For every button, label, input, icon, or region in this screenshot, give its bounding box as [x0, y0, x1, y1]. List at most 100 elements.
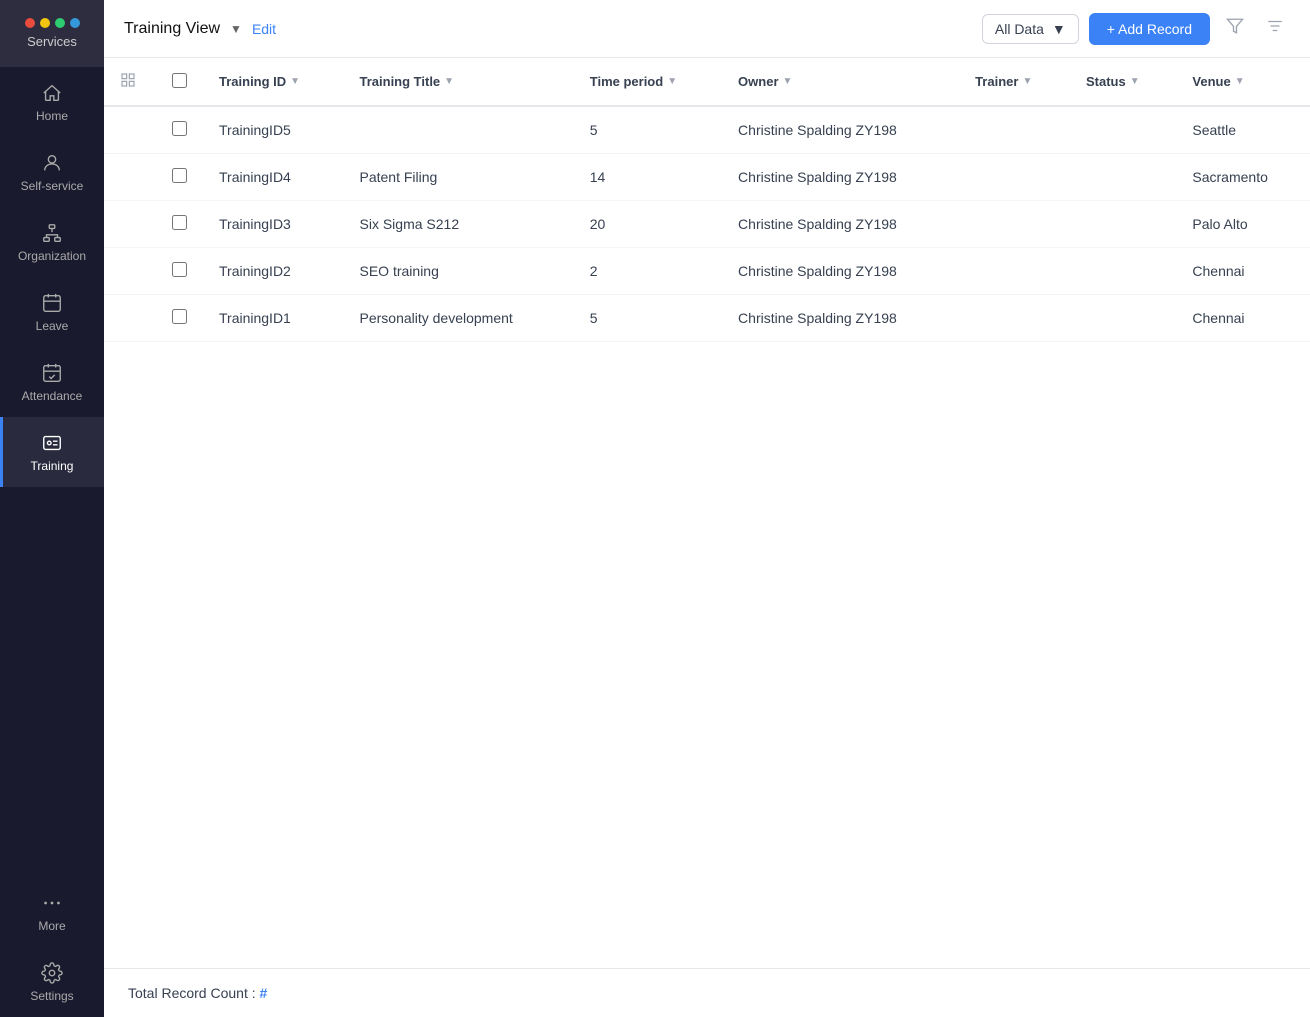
row-checkbox-3[interactable]	[152, 248, 203, 295]
row-checkbox-2[interactable]	[152, 201, 203, 248]
cell-owner-2: Christine Spalding ZY198	[722, 201, 959, 248]
add-record-button[interactable]: + Add Record	[1089, 13, 1210, 45]
row-select-checkbox-2[interactable]	[172, 215, 187, 230]
th-training-title[interactable]: Training Title ▼	[344, 58, 574, 106]
th-checkbox[interactable]	[152, 58, 203, 106]
row-freeze-4	[104, 295, 152, 342]
th-time-period[interactable]: Time period ▼	[574, 58, 722, 106]
training-icon	[40, 431, 64, 455]
page-title: Training View	[124, 20, 220, 38]
cell-venue-2: Palo Alto	[1176, 201, 1310, 248]
footer-count: #	[260, 985, 268, 1001]
sidebar-services[interactable]: Services	[0, 0, 104, 67]
sidebar-item-organization[interactable]: Organization	[0, 207, 104, 277]
sidebar-item-self-service[interactable]: Self-service	[0, 137, 104, 207]
cell-venue-4: Chennai	[1176, 295, 1310, 342]
sidebar-item-leave-label: Leave	[36, 319, 69, 333]
th-owner[interactable]: Owner ▼	[722, 58, 959, 106]
th-freeze	[104, 58, 152, 106]
row-select-checkbox-0[interactable]	[172, 121, 187, 136]
row-checkbox-4[interactable]	[152, 295, 203, 342]
cell-time-period-4: 5	[574, 295, 722, 342]
table-body: TrainingID5 5 Christine Spalding ZY198 S…	[104, 106, 1310, 342]
all-data-dropdown[interactable]: All Data ▼	[982, 14, 1079, 44]
cell-status-3	[1070, 248, 1176, 295]
dot-red	[25, 18, 35, 28]
more-icon	[40, 891, 64, 915]
cell-time-period-2: 20	[574, 201, 722, 248]
cell-time-period-1: 14	[574, 154, 722, 201]
organization-icon	[40, 221, 64, 245]
main-content: Training View ▼ Edit All Data ▼ + Add Re…	[104, 0, 1310, 1017]
row-checkbox-0[interactable]	[152, 106, 203, 154]
footer: Total Record Count : #	[104, 968, 1310, 1017]
cell-training-id-2: TrainingID3	[203, 201, 344, 248]
cell-status-2	[1070, 201, 1176, 248]
sort-icon[interactable]	[1260, 11, 1290, 46]
row-checkbox-1[interactable]	[152, 154, 203, 201]
cell-trainer-4	[959, 295, 1070, 342]
th-time-period-sort-icon: ▼	[667, 76, 677, 87]
table-row: TrainingID2 SEO training 2 Christine Spa…	[104, 248, 1310, 295]
table-area: Training ID ▼ Training Title ▼ Time peri…	[104, 58, 1310, 968]
cell-owner-3: Christine Spalding ZY198	[722, 248, 959, 295]
row-freeze-2	[104, 201, 152, 248]
cell-trainer-0	[959, 106, 1070, 154]
row-select-checkbox-1[interactable]	[172, 168, 187, 183]
sidebar-item-settings[interactable]: Settings	[0, 947, 104, 1017]
cell-training-title-4: Personality development	[344, 295, 574, 342]
select-all-checkbox[interactable]	[172, 73, 187, 88]
cell-training-title-2: Six Sigma S212	[344, 201, 574, 248]
sidebar-item-settings-label: Settings	[30, 989, 73, 1003]
cell-status-4	[1070, 295, 1176, 342]
sidebar-item-leave[interactable]: Leave	[0, 277, 104, 347]
sidebar-item-attendance-label: Attendance	[22, 389, 83, 403]
cell-trainer-2	[959, 201, 1070, 248]
th-venue-sort-icon: ▼	[1235, 76, 1245, 87]
th-trainer[interactable]: Trainer ▼	[959, 58, 1070, 106]
cell-venue-3: Chennai	[1176, 248, 1310, 295]
sidebar-item-training-label: Training	[31, 459, 74, 473]
sidebar-item-more[interactable]: More	[0, 877, 104, 947]
sidebar-item-attendance[interactable]: Attendance	[0, 347, 104, 417]
sidebar-item-home[interactable]: Home	[0, 67, 104, 137]
row-freeze-3	[104, 248, 152, 295]
th-training-id-sort-icon: ▼	[290, 76, 300, 87]
header: Training View ▼ Edit All Data ▼ + Add Re…	[104, 0, 1310, 58]
edit-link[interactable]: Edit	[252, 21, 276, 37]
title-chevron-icon: ▼	[230, 22, 242, 36]
training-table: Training ID ▼ Training Title ▼ Time peri…	[104, 58, 1310, 342]
sidebar-item-more-label: More	[38, 919, 65, 933]
row-select-checkbox-3[interactable]	[172, 262, 187, 277]
cell-trainer-3	[959, 248, 1070, 295]
leave-icon	[40, 291, 64, 315]
cell-time-period-0: 5	[574, 106, 722, 154]
self-service-icon	[40, 151, 64, 175]
filter-icon[interactable]	[1220, 11, 1250, 46]
th-training-id[interactable]: Training ID ▼	[203, 58, 344, 106]
cell-time-period-3: 2	[574, 248, 722, 295]
table-header-row: Training ID ▼ Training Title ▼ Time peri…	[104, 58, 1310, 106]
sidebar-item-training[interactable]: Training	[0, 417, 104, 487]
all-data-label: All Data	[995, 21, 1044, 37]
th-training-title-sort-icon: ▼	[444, 76, 454, 87]
dot-yellow	[40, 18, 50, 28]
table-row: TrainingID4 Patent Filing 14 Christine S…	[104, 154, 1310, 201]
dot-green	[55, 18, 65, 28]
th-owner-sort-icon: ▼	[783, 76, 793, 87]
active-indicator	[0, 417, 3, 487]
cell-training-title-3: SEO training	[344, 248, 574, 295]
cell-venue-0: Seattle	[1176, 106, 1310, 154]
cell-training-title-1: Patent Filing	[344, 154, 574, 201]
th-status[interactable]: Status ▼	[1070, 58, 1176, 106]
cell-training-id-0: TrainingID5	[203, 106, 344, 154]
cell-owner-1: Christine Spalding ZY198	[722, 154, 959, 201]
row-freeze-0	[104, 106, 152, 154]
cell-training-id-3: TrainingID2	[203, 248, 344, 295]
settings-icon	[40, 961, 64, 985]
row-select-checkbox-4[interactable]	[172, 309, 187, 324]
th-venue[interactable]: Venue ▼	[1176, 58, 1310, 106]
services-label: Services	[27, 34, 77, 49]
footer-label: Total Record Count :	[128, 985, 256, 1001]
th-status-sort-icon: ▼	[1130, 76, 1140, 87]
